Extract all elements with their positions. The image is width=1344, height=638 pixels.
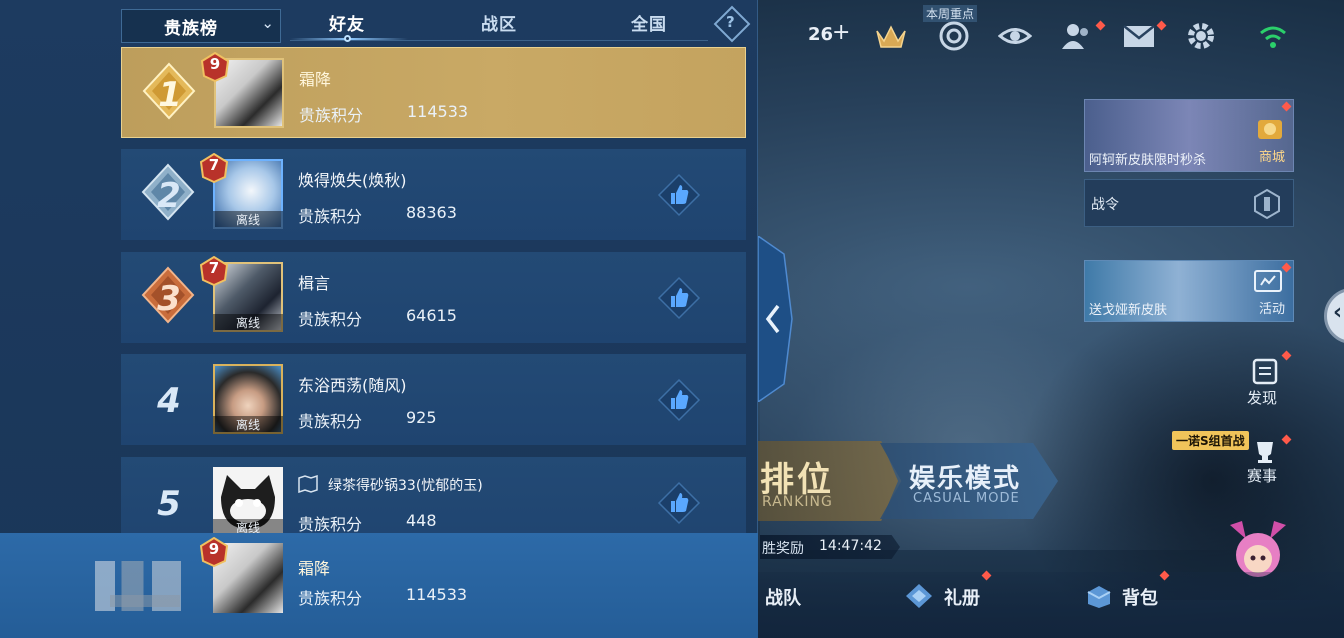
help-icon: ? [726,13,735,31]
like-icon[interactable] [657,276,701,320]
friends-notice-dot [1095,20,1106,31]
trophy-icon[interactable] [1251,440,1279,464]
event-label: 活动 [1258,302,1285,317]
chevron-down-icon: ⌄ [261,14,274,32]
match-tag: 一诺S组首战 [1172,431,1249,450]
map-icon [298,475,318,493]
event-promo-card[interactable]: 送戈娅新皮肤 活动 [1084,260,1294,322]
battle-pass-icon [1254,188,1280,220]
tab-nation[interactable]: 全国 [631,10,667,35]
blurred-nickname-line [110,595,180,607]
player-name: 绿茶得砂锅33(忧郁的玉) [328,478,483,494]
my-rank-row: 9 霜降 贵族积分 114533 [0,533,758,638]
casual-mode-title: 娱乐模式 [909,464,1022,494]
leaderboard-header: 贵族榜 ⌄ 好友 战区 全国 ? [0,0,758,46]
like-icon[interactable] [657,481,701,525]
score-value: 925 [406,408,437,427]
mail-icon[interactable] [1122,19,1156,53]
rank-number: 2 [157,176,181,216]
leaderboard-panel: 贵族榜 ⌄ 好友 战区 全国 ? 1 9 霜降 贵族积分 114533 2 离线… [0,0,758,638]
add-coin-button[interactable]: + [832,20,850,45]
event-promo-text: 送戈娅新皮肤 [1089,303,1168,318]
crown-icon[interactable] [874,19,908,53]
leaderboard-type-dropdown[interactable]: 贵族榜 ⌄ [121,9,281,43]
leaderboard-row[interactable]: 4 离线 东浴西荡(随风) 贵族积分 925 [121,354,746,445]
my-score-value: 114533 [406,585,468,604]
reward-timer-value: 14:47:42 [819,538,882,554]
skin-promo-text: 阿轲新皮肤限时秒杀 [1089,153,1207,168]
player-name: 楫言 [298,274,331,293]
background-shadow [1014,300,1344,600]
reward-timer-label: 胜奖励 [762,541,804,557]
skin-promo-card[interactable]: 阿轲新皮肤限时秒杀 商城 [1084,99,1294,172]
score-label: 贵族积分 [299,106,364,125]
score-value: 64615 [406,306,457,325]
vip-level: 9 [208,540,220,558]
score-value: 114533 [407,102,469,121]
score-label: 贵族积分 [298,207,363,226]
leaderboard-row[interactable]: 2 离线 7 焕得焕失(焕秋) 贵族积分 88363 [121,149,746,240]
player-name: 焕得焕失(焕秋) [298,171,407,190]
leaderboard-row[interactable]: 1 9 霜降 贵族积分 114533 [121,47,746,138]
casual-mode-subtitle: CASUAL MODE [913,491,1020,506]
score-value: 448 [406,511,437,530]
bottom-nav [758,572,1344,638]
player-name: 东浴西荡(随风) [298,376,407,395]
discover-label[interactable]: 发现 [1247,387,1277,408]
tab-friends[interactable]: 好友 [329,10,365,35]
vip-level: 7 [208,156,220,174]
vip-level: 9 [209,55,221,73]
ranked-mode-subtitle: RANKING [762,494,833,510]
discover-icon[interactable] [1252,357,1278,385]
shop-icon [1258,120,1282,139]
backpack-button[interactable]: 背包 [1122,584,1158,610]
gift-book-icon[interactable] [904,582,934,610]
score-label: 贵族积分 [298,589,363,608]
tab-zone[interactable]: 战区 [481,10,517,35]
active-tab-dot [344,35,351,42]
eye-icon[interactable] [998,19,1032,53]
rank-number: 1 [158,75,182,115]
target-icon[interactable] [937,19,971,53]
rank-number: 5 [157,484,181,524]
score-label: 贵族积分 [298,412,363,431]
like-icon[interactable] [657,378,701,422]
tabs-divider [290,40,708,41]
rank-number: 4 [157,381,181,421]
like-icon[interactable] [657,173,701,217]
side-drawer-chevron-icon: ‹ [1333,300,1343,325]
match-label[interactable]: 赛事 [1247,465,1277,486]
vip-level: 7 [208,259,220,277]
backpack-icon[interactable] [1084,582,1114,610]
wifi-icon [1260,26,1286,48]
player-name: 霜降 [299,70,332,89]
gear-icon[interactable] [1184,19,1218,53]
shop-label: 商城 [1258,150,1285,165]
leaderboard-row[interactable]: 3 离线 7 楫言 贵族积分 64615 [121,252,746,343]
rank-number: 3 [157,279,181,319]
gift-book-button[interactable]: 礼册 [944,584,980,610]
my-name: 霜降 [298,559,331,578]
team-button[interactable]: 战队 [765,584,801,610]
offline-badge: 离线 [213,211,283,229]
friends-icon[interactable] [1060,19,1094,53]
offline-badge: 离线 [213,314,283,332]
offline-badge: 离线 [213,416,283,434]
event-icon [1254,270,1282,292]
score-label: 贵族积分 [298,310,363,329]
battle-pass-label: 战令 [1091,197,1119,213]
coin-count: 26 [808,24,834,45]
battle-pass-card[interactable]: 战令 [1084,179,1294,227]
score-value: 88363 [406,203,457,222]
mail-notice-dot [1156,20,1167,31]
score-label: 贵族积分 [298,515,363,534]
collapse-panel-button[interactable] [758,236,794,402]
dropdown-label: 贵族榜 [164,18,218,39]
